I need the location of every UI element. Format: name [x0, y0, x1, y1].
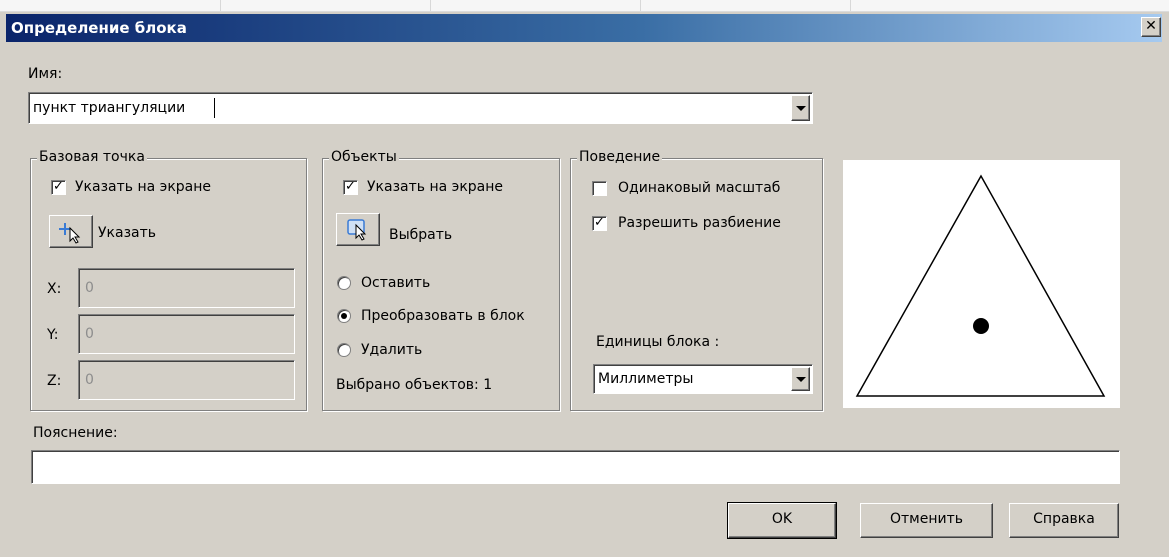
select-objects-button[interactable] [336, 213, 380, 246]
y-value: 0 [85, 326, 94, 342]
convert-to-block-radio[interactable] [337, 309, 351, 323]
block-name-combobox[interactable]: пункт триангуляции [28, 92, 813, 124]
delete-radio[interactable] [337, 343, 351, 357]
block-name-dropdown-button[interactable] [791, 95, 810, 121]
block-units-label: Единицы блока : [596, 334, 720, 350]
ok-button[interactable]: OK [727, 502, 837, 539]
z-label: Z: [47, 373, 62, 389]
cancel-button[interactable]: Отменить [860, 503, 993, 538]
uniform-scale-label: Одинаковый масштаб [618, 180, 781, 196]
objects-group-title: Объекты [329, 149, 399, 165]
dialog-titlebar: Определение блока ✕ [6, 14, 1162, 42]
block-preview [843, 160, 1120, 408]
description-input[interactable] [31, 450, 1120, 484]
allow-explode-checkbox[interactable]: ✓ [592, 216, 607, 231]
retain-label: Оставить [361, 275, 431, 291]
retain-radio[interactable] [337, 276, 351, 290]
objects-group: Объекты [322, 149, 560, 411]
y-field[interactable]: 0 [78, 314, 295, 354]
base-point-specify-checkbox[interactable]: ✓ [51, 180, 66, 195]
close-icon: ✕ [1145, 18, 1157, 34]
help-button[interactable]: Справка [1009, 503, 1119, 538]
dialog-title: Определение блока [11, 19, 187, 37]
allow-explode-label: Разрешить разбиение [618, 215, 781, 231]
close-button[interactable]: ✕ [1141, 17, 1161, 37]
block-units-dropdown-button[interactable] [791, 367, 810, 391]
objects-specify-checkbox[interactable]: ✓ [343, 180, 358, 195]
z-field[interactable]: 0 [78, 360, 295, 400]
block-units-value: Миллиметры [598, 371, 694, 387]
pick-point-label: Указать [98, 225, 156, 241]
y-label: Y: [47, 327, 59, 343]
convert-to-block-label: Преобразовать в блок [361, 308, 525, 324]
text-caret [214, 98, 215, 118]
background-window-strip [0, 0, 1169, 12]
x-field[interactable]: 0 [78, 268, 295, 308]
select-objects-label: Выбрать [389, 227, 453, 243]
description-label: Пояснение: [33, 425, 118, 441]
block-name-value: пункт триангуляции [33, 100, 186, 116]
triangulation-point-symbol-icon [855, 174, 1106, 397]
objects-specify-label: Указать на экране [367, 179, 504, 195]
pick-point-icon [59, 223, 81, 244]
name-label: Имя: [28, 66, 63, 82]
x-value: 0 [85, 280, 94, 296]
behavior-group-title: Поведение [577, 149, 663, 165]
select-objects-icon [347, 219, 367, 241]
x-label: X: [47, 281, 62, 297]
base-point-specify-label: Указать на экране [75, 179, 212, 195]
base-point-group-title: Базовая точка [37, 149, 147, 165]
uniform-scale-checkbox[interactable] [592, 181, 607, 196]
block-units-select[interactable]: Миллиметры [593, 364, 813, 394]
z-value: 0 [85, 372, 94, 388]
selected-objects-count: Выбрано объектов: 1 [336, 377, 493, 393]
delete-label: Удалить [361, 342, 423, 358]
pick-point-button[interactable] [49, 215, 93, 248]
